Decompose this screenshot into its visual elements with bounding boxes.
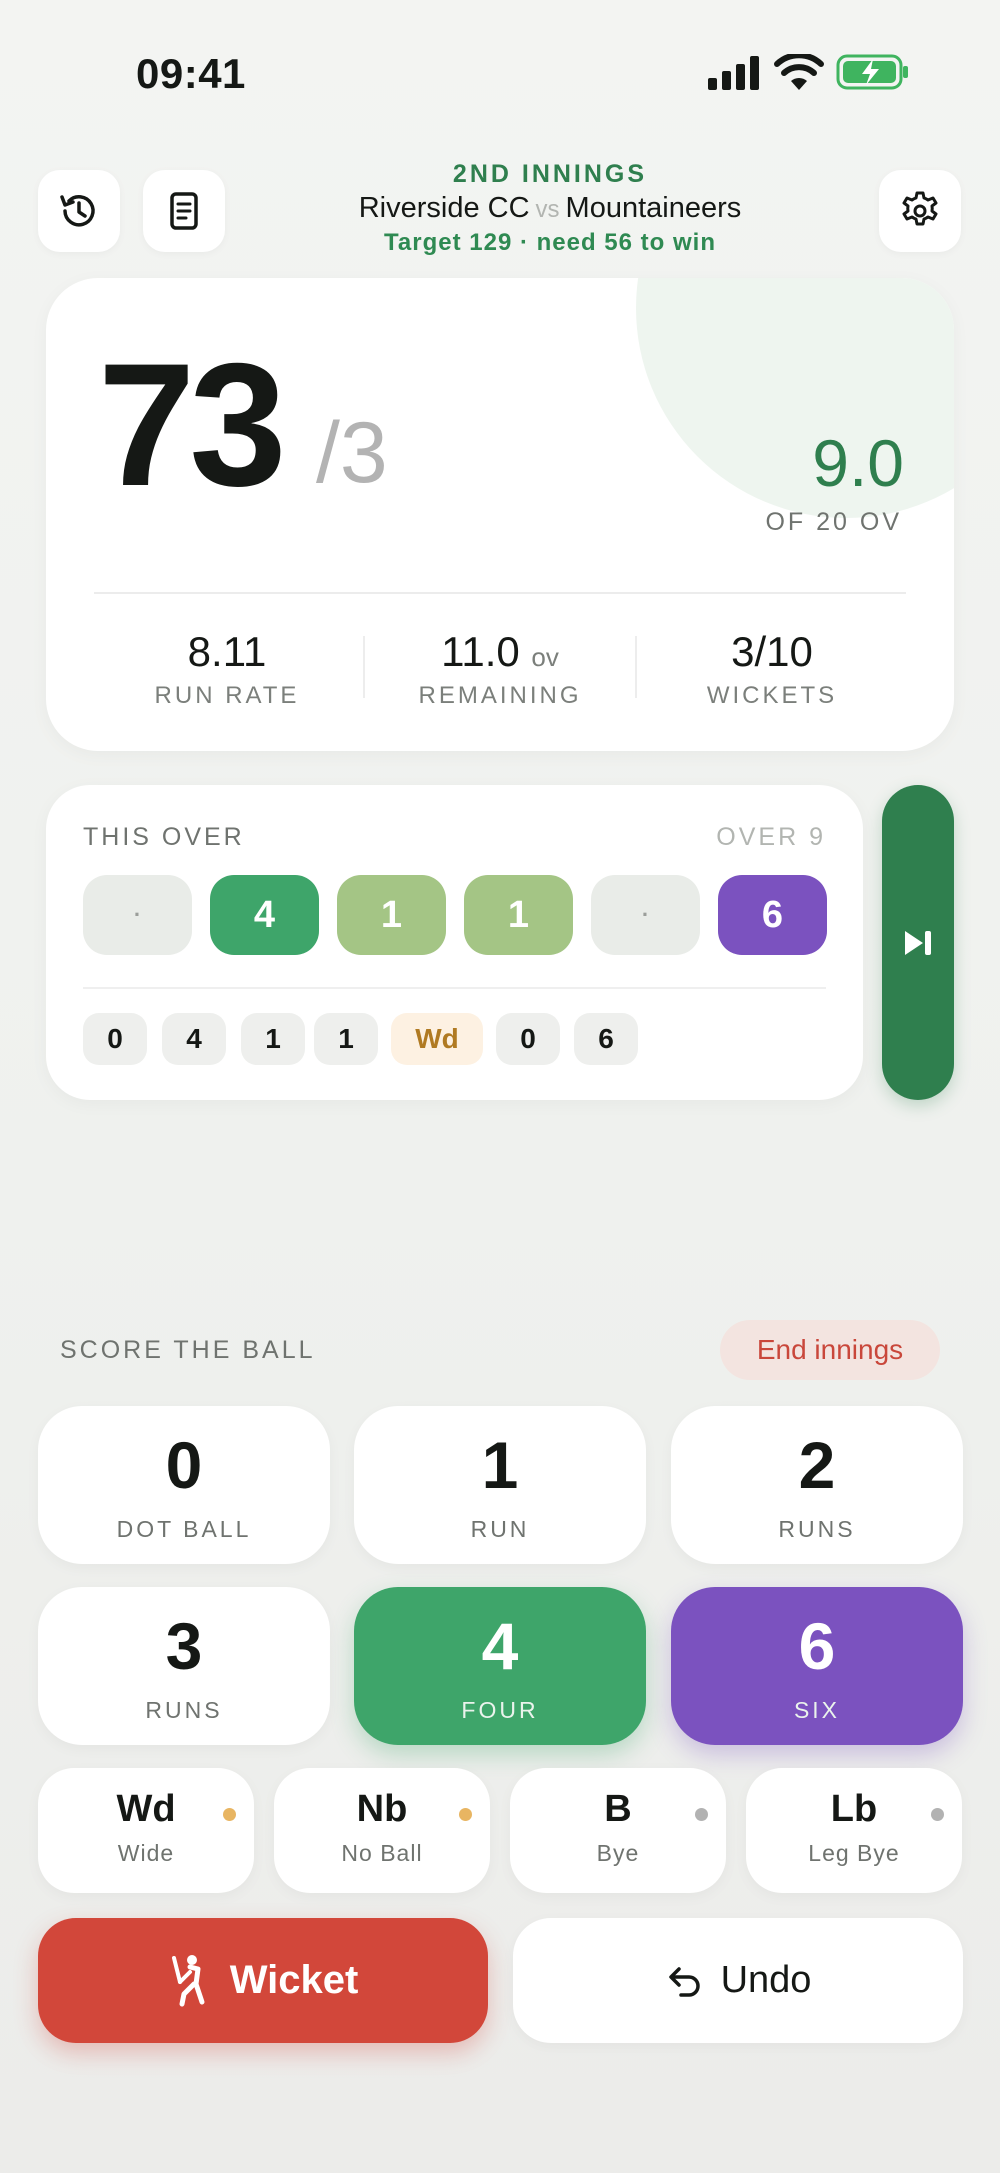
ball-log-chip: 6: [574, 1013, 638, 1065]
run-0-button[interactable]: 0 DOT BALL: [38, 1406, 330, 1564]
ball-3[interactable]: 1: [337, 875, 446, 955]
scorecard-button[interactable]: [143, 170, 225, 252]
stat-run-rate: 8.11 RUN RATE: [92, 628, 362, 710]
extra-name: No Ball: [341, 1840, 423, 1866]
this-over-card: THIS OVER OVER 9 · 4 1 1 · 6 0 4 1 1 Wd …: [46, 785, 863, 1100]
six-button[interactable]: 6 SIX: [671, 1587, 963, 1745]
battery-charging-icon: [836, 54, 908, 90]
ball-1[interactable]: ·: [83, 875, 192, 955]
cellular-signal-icon: [708, 56, 759, 90]
run-1-button[interactable]: 1 RUN: [354, 1406, 646, 1564]
total-runs: 73: [98, 328, 287, 523]
run-value: 0: [165, 1428, 203, 1502]
stat-label: WICKETS: [706, 682, 838, 709]
batsman-out-icon: [171, 1954, 205, 2006]
overs-bowled: 9.0: [812, 426, 904, 500]
wicket-button[interactable]: Wicket: [38, 1918, 488, 2043]
over-divider: [83, 987, 826, 989]
card-divider: [94, 592, 906, 594]
run-label: SIX: [793, 1697, 841, 1723]
stat-value: 3/10: [731, 628, 813, 675]
extra-marker-dot: [459, 1808, 472, 1821]
match-info: 2ND INNINGS Riverside CC vs Mountaineers T…: [250, 160, 850, 257]
wicket-label: Wicket: [229, 1958, 359, 2002]
target-line: Target 129 · need 56 to win: [384, 229, 716, 256]
wifi-icon: [774, 54, 824, 90]
ball-log-chip: 1: [241, 1013, 305, 1065]
score-the-ball-label: SCORE THE BALL: [60, 1336, 316, 1364]
stat-label: REMAINING: [418, 682, 582, 709]
stat-wickets: 3/10 WICKETS: [637, 628, 907, 710]
bye-button[interactable]: B Bye: [510, 1768, 726, 1893]
gear-icon: [902, 191, 938, 226]
vs-label: vs: [535, 196, 560, 223]
ball-6[interactable]: 6: [718, 875, 827, 955]
extra-marker-dot: [931, 1808, 944, 1821]
extra-marker-dot: [223, 1808, 236, 1821]
extra-marker-dot: [695, 1808, 708, 1821]
history-icon: [60, 195, 95, 227]
over-number: OVER 9: [716, 823, 826, 851]
next-over-button[interactable]: [882, 785, 954, 1100]
end-innings-button[interactable]: End innings: [720, 1320, 940, 1380]
scorecard-icon: [170, 192, 198, 230]
run-3-button[interactable]: 3 RUNS: [38, 1587, 330, 1745]
teams-line: Riverside CC vs Mountaineers: [250, 192, 850, 225]
total-wickets: /3: [316, 405, 388, 501]
run-2-button[interactable]: 2 RUNS: [671, 1406, 963, 1564]
run-value: 1: [481, 1428, 519, 1502]
four-button[interactable]: 4 FOUR: [354, 1587, 646, 1745]
decorative-circle: [636, 278, 954, 518]
bowling-team: Mountaineers: [565, 192, 742, 224]
no-ball-button[interactable]: Nb No Ball: [274, 1768, 490, 1893]
ball-log-chip: 1: [314, 1013, 378, 1065]
undo-arrow-icon: [668, 1966, 700, 1997]
run-label: RUN: [470, 1516, 530, 1542]
score-card: 73 /3 9.0 OF 20 OV 8.11 RUN RATE 11.0 OV…: [46, 278, 954, 751]
batting-team: Riverside CC: [358, 192, 530, 224]
stat-remaining: 11.0 OV REMAINING: [365, 628, 635, 710]
settings-button[interactable]: [879, 170, 961, 252]
extra-name: Wide: [117, 1840, 175, 1866]
undo-label: Undo: [720, 1959, 812, 2001]
this-over-title: THIS OVER: [83, 823, 245, 851]
ball-5[interactable]: ·: [591, 875, 700, 955]
ball-4[interactable]: 1: [464, 875, 573, 955]
skip-forward-icon: [905, 930, 931, 955]
ball-log-chip: 4: [162, 1013, 226, 1065]
history-button[interactable]: [38, 170, 120, 252]
stat-value: 11.0: [441, 628, 520, 675]
extra-name: Bye: [596, 1840, 640, 1866]
extra-code: Lb: [830, 1788, 878, 1830]
stat-label: RUN RATE: [154, 682, 300, 709]
stat-unit: OV: [531, 642, 559, 672]
run-label: DOT BALL: [116, 1516, 252, 1542]
run-label: RUNS: [778, 1516, 856, 1542]
leg-bye-button[interactable]: Lb Leg Bye: [746, 1768, 962, 1893]
ball-2[interactable]: 4: [210, 875, 319, 955]
ball-log-chip: 0: [83, 1013, 147, 1065]
overs-limit: OF 20 OV: [765, 508, 902, 536]
extra-code: Nb: [356, 1788, 408, 1830]
stat-value: 8.11: [187, 628, 267, 675]
extra-name: Leg Bye: [808, 1840, 900, 1866]
run-value: 2: [798, 1428, 836, 1502]
status-time: 09:41: [136, 50, 246, 97]
run-label: FOUR: [461, 1697, 539, 1723]
run-value: 3: [165, 1609, 203, 1683]
status-bar: 09:41: [0, 0, 1000, 150]
undo-button[interactable]: Undo: [513, 1918, 963, 2043]
extra-code: B: [604, 1788, 632, 1830]
run-value: 6: [798, 1609, 836, 1683]
innings-label: 2ND INNINGS: [452, 160, 648, 188]
run-label: RUNS: [145, 1697, 223, 1723]
wide-button[interactable]: Wd Wide: [38, 1768, 254, 1893]
run-value: 4: [481, 1609, 519, 1683]
ball-log-chip: 0: [496, 1013, 560, 1065]
ball-log-chip-extra: Wd: [391, 1013, 483, 1065]
extra-code: Wd: [116, 1788, 176, 1830]
match-header: 2ND INNINGS Riverside CC vs Mountaineers T…: [0, 155, 1000, 265]
